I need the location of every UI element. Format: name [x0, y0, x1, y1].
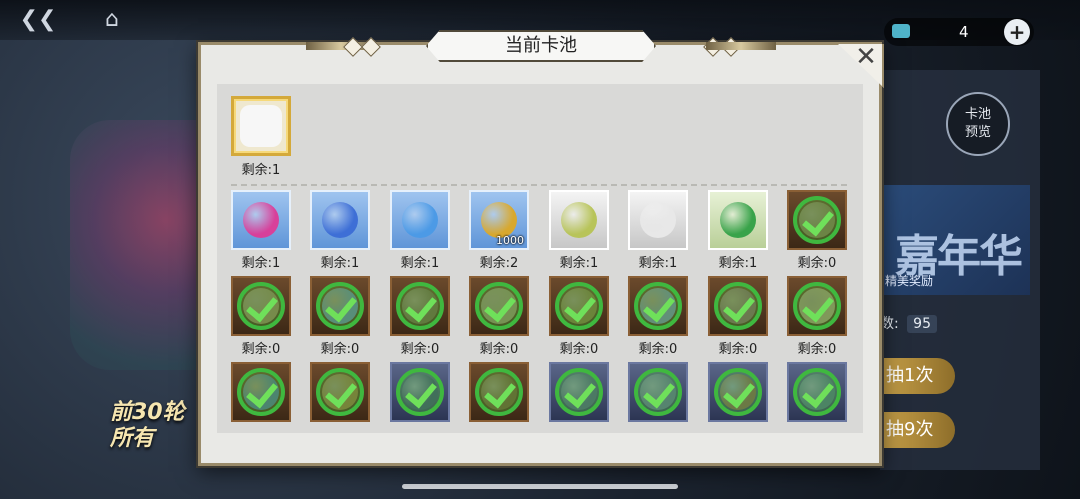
checkmark-icon — [793, 368, 841, 416]
reward-card[interactable] — [469, 276, 529, 336]
checkmark-icon — [793, 196, 841, 244]
gold-frame-icon — [240, 105, 282, 147]
remaining-label: 剩余:1 — [241, 163, 281, 178]
checkmark-icon — [396, 368, 444, 416]
checkmark-icon — [316, 368, 364, 416]
ticket-icon — [892, 24, 910, 38]
home-indicator — [402, 484, 678, 489]
promo-line-1: 前30轮 — [110, 400, 185, 425]
checkmark-icon — [237, 368, 285, 416]
reward-card[interactable] — [310, 276, 370, 336]
reward-card[interactable] — [231, 362, 291, 422]
reward-card[interactable] — [628, 190, 688, 250]
gold-coin-icon — [481, 202, 517, 238]
back-icon[interactable]: ❮❮ — [18, 6, 58, 34]
remaining-label: 剩余:1 — [320, 256, 360, 271]
reward-card[interactable]: 1000 — [469, 190, 529, 250]
green-rag-icon — [561, 202, 597, 238]
checkmark-icon — [634, 282, 682, 330]
reward-card[interactable] — [787, 362, 847, 422]
currency-value: 4 — [959, 23, 969, 41]
remaining-label: 剩余:0 — [718, 342, 758, 357]
checkmark-icon — [555, 282, 603, 330]
reward-card[interactable] — [549, 190, 609, 250]
diamond-icon — [361, 37, 381, 57]
reward-card[interactable] — [628, 276, 688, 336]
remaining-label: 剩余:0 — [797, 342, 837, 357]
draw-nine-button[interactable]: 抽9次 — [880, 412, 955, 448]
blue-token-icon — [402, 202, 438, 238]
reward-card[interactable] — [390, 362, 450, 422]
title-ornament-right — [706, 42, 776, 50]
checkmark-icon — [475, 368, 523, 416]
promo-line-2: 所有 — [110, 426, 155, 451]
green-shard-icon — [720, 202, 756, 238]
checkmark-icon — [316, 282, 364, 330]
remaining-label: 剩余:0 — [797, 256, 837, 271]
remaining-label: 剩余:2 — [479, 256, 519, 271]
special-reward-card[interactable] — [231, 96, 291, 156]
reward-card[interactable] — [708, 276, 768, 336]
checkmark-icon — [793, 282, 841, 330]
reward-card[interactable] — [787, 190, 847, 250]
remaining-label: 剩余:0 — [241, 342, 281, 357]
draw-count: 数: 95 — [880, 313, 937, 333]
checkmark-icon — [714, 282, 762, 330]
checkmark-icon — [634, 368, 682, 416]
divider — [231, 184, 851, 186]
reward-card[interactable] — [628, 362, 688, 422]
reward-card[interactable] — [469, 362, 529, 422]
remaining-label: 剩余:0 — [638, 342, 678, 357]
dialog-title-bar: 当前卡池 — [306, 30, 776, 64]
remaining-label: 剩余:1 — [241, 256, 281, 271]
reward-card[interactable] — [310, 362, 370, 422]
reward-card[interactable] — [390, 276, 450, 336]
remaining-label: 剩余:0 — [559, 342, 599, 357]
reward-card[interactable] — [310, 190, 370, 250]
checkmark-icon — [714, 368, 762, 416]
checkmark-icon — [475, 282, 523, 330]
remaining-label: 剩余:0 — [479, 342, 519, 357]
white-cloth-icon — [640, 202, 676, 238]
reward-card[interactable] — [390, 190, 450, 250]
reward-card[interactable] — [231, 276, 291, 336]
checkmark-icon — [396, 282, 444, 330]
remaining-label: 剩余:1 — [718, 256, 758, 271]
currency-display: 4 + — [884, 18, 1034, 46]
draw-count-value: 95 — [907, 315, 937, 333]
draw-count-label: 数: — [880, 316, 899, 332]
remaining-label: 剩余:0 — [400, 342, 440, 357]
reward-card[interactable] — [787, 276, 847, 336]
remaining-label: 剩余:1 — [400, 256, 440, 271]
draw-once-button[interactable]: 抽1次 — [880, 358, 955, 394]
checkmark-icon — [237, 282, 285, 330]
diamond-icon — [343, 37, 363, 57]
reward-card[interactable] — [549, 276, 609, 336]
dialog-title: 当前卡池 — [426, 30, 656, 62]
blue-crystal-icon — [322, 202, 358, 238]
home-icon[interactable]: ⌂ — [92, 6, 132, 34]
pool-preview-label: 卡池 预览 — [964, 107, 991, 140]
add-currency-button[interactable]: + — [1004, 19, 1030, 45]
remaining-label: 剩余:0 — [320, 342, 360, 357]
pool-preview-button[interactable]: 卡池 预览 — [946, 92, 1010, 156]
remaining-label: 剩余:1 — [638, 256, 678, 271]
close-icon[interactable]: ✕ — [852, 44, 880, 72]
checkmark-icon — [555, 368, 603, 416]
remaining-label: 剩余:1 — [559, 256, 599, 271]
quantity-badge: 1000 — [496, 234, 524, 247]
reward-card[interactable] — [231, 190, 291, 250]
reward-card[interactable] — [549, 362, 609, 422]
reward-card[interactable] — [708, 362, 768, 422]
banner-subtitle: 精美奖励 — [885, 274, 934, 288]
promo-text: 前30轮 所有 — [110, 400, 185, 452]
reward-card[interactable] — [708, 190, 768, 250]
pink-skull-gem-icon — [243, 202, 279, 238]
